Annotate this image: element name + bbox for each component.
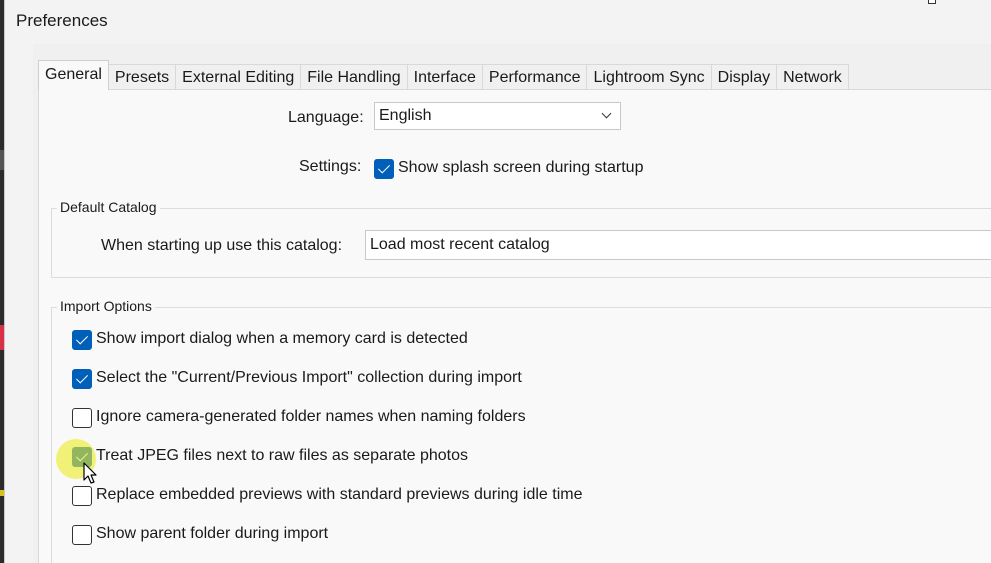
show-parent-folder-checkbox[interactable] xyxy=(72,525,92,545)
default-catalog-legend: Default Catalog xyxy=(57,199,160,215)
splash-screen-label: Show splash screen during startup xyxy=(398,159,644,176)
dialog-body: General Presets External Editing File Ha… xyxy=(33,44,991,563)
settings-label: Settings: xyxy=(299,158,362,175)
current-import-collection-checkbox[interactable] xyxy=(72,369,92,389)
tab-presets[interactable]: Presets xyxy=(107,64,177,90)
language-select-value: English xyxy=(379,107,432,124)
preferences-dialog: Preferences General Presets External Edi… xyxy=(4,0,991,563)
language-label: Language: xyxy=(288,109,364,126)
general-panel: Language: English Settings: Show splash … xyxy=(38,89,991,563)
tab-network[interactable]: Network xyxy=(776,64,849,90)
replace-previews-checkbox[interactable] xyxy=(72,486,92,506)
mouse-pointer-icon xyxy=(83,462,97,484)
import-dialog-checkbox[interactable] xyxy=(72,330,92,350)
startup-catalog-value: Load most recent catalog xyxy=(370,236,550,253)
tab-display[interactable]: Display xyxy=(710,64,778,90)
chevron-down-icon xyxy=(601,108,612,119)
startup-catalog-label: When starting up use this catalog: xyxy=(101,237,343,254)
default-catalog-group: Default Catalog When starting up use thi… xyxy=(51,199,991,278)
treat-jpeg-separate-label: Treat JPEG files next to raw files as se… xyxy=(96,447,469,464)
tab-interface[interactable]: Interface xyxy=(406,64,483,90)
tab-performance[interactable]: Performance xyxy=(481,64,588,90)
language-select[interactable]: English xyxy=(374,102,621,130)
import-options-legend: Import Options xyxy=(57,298,155,314)
current-import-collection-label: Select the "Current/Previous Import" col… xyxy=(96,369,522,386)
tab-lightroom-sync[interactable]: Lightroom Sync xyxy=(586,64,712,90)
tab-general[interactable]: General xyxy=(38,60,109,90)
window-title: Preferences xyxy=(16,11,108,30)
title-bar[interactable]: Preferences xyxy=(5,0,991,44)
resize-handle-icon[interactable] xyxy=(928,0,936,4)
replace-previews-label: Replace embedded previews with standard … xyxy=(96,486,583,503)
import-options-group: Import Options Show import dialog when a… xyxy=(51,298,991,563)
startup-catalog-select[interactable]: Load most recent catalog xyxy=(365,230,991,260)
show-parent-folder-label: Show parent folder during import xyxy=(96,525,329,542)
tab-file-handling[interactable]: File Handling xyxy=(300,64,408,90)
ignore-folder-names-label: Ignore camera-generated folder names whe… xyxy=(96,408,526,425)
tab-bar: General Presets External Editing File Ha… xyxy=(38,60,849,90)
import-dialog-label: Show import dialog when a memory card is… xyxy=(96,330,468,347)
tab-external-editing[interactable]: External Editing xyxy=(175,64,302,90)
ignore-folder-names-checkbox[interactable] xyxy=(72,408,92,428)
splash-screen-checkbox[interactable] xyxy=(374,159,394,179)
